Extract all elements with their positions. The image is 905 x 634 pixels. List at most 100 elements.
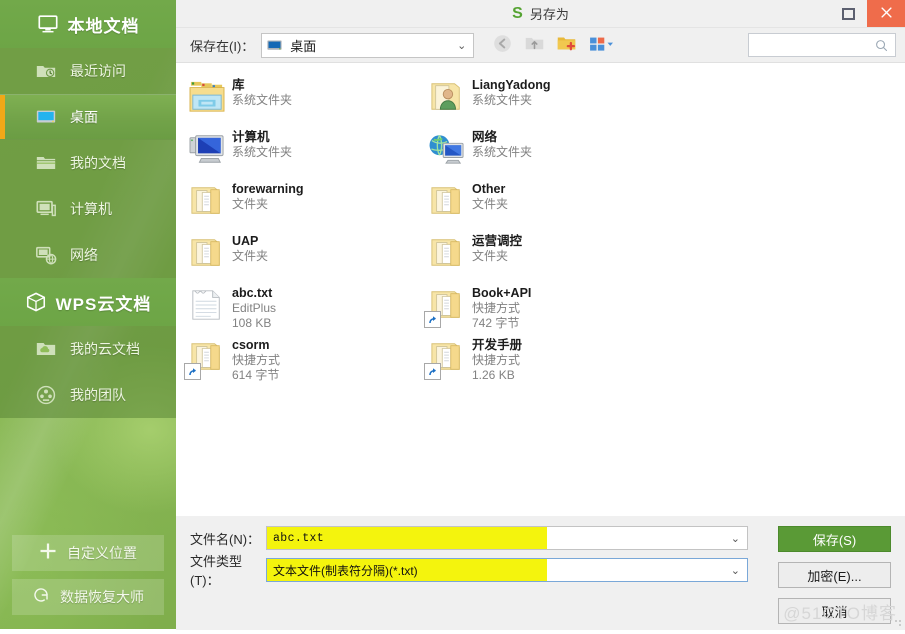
view-mode-icon: [588, 33, 616, 58]
sidebar-item-label: 计算机: [70, 201, 112, 217]
filename-value[interactable]: abc.txt: [267, 527, 547, 549]
file-size-text: 614 字节: [232, 368, 280, 383]
file-item[interactable]: 运营调控 文件夹: [422, 227, 662, 279]
file-name: forewarning: [232, 182, 304, 196]
encrypt-button[interactable]: 加密(E)...: [778, 562, 891, 588]
filename-combobox[interactable]: abc.txt ⌄: [266, 526, 748, 550]
file-text: 网络 系统文件夹: [470, 127, 532, 160]
dialog-main: S 另存为 保存在(I)： 桌面 ⌄ 库 系统文件夹 计算机 系统文件夹 for…: [176, 0, 905, 630]
sidebar-item-my-documents[interactable]: 我的文档: [0, 140, 176, 186]
file-icon-wrap: [424, 231, 470, 277]
view-mode-button[interactable]: [586, 33, 618, 58]
toolbar-icons: [490, 33, 618, 58]
file-text: forewarning 文件夹: [230, 179, 304, 212]
sidebar-local-header: 本地文档: [0, 0, 176, 48]
file-type-text: 系统文件夹: [472, 93, 533, 107]
file-item[interactable]: 计算机 系统文件夹: [182, 123, 422, 175]
sidebar-item-label: 我的云文档: [70, 341, 140, 357]
save-in-combobox[interactable]: 桌面 ⌄: [261, 32, 475, 58]
title-bar: S 另存为: [176, 0, 905, 28]
file-text: Book+API 快捷方式 742 字节: [470, 283, 531, 332]
file-item[interactable]: forewarning 文件夹: [182, 175, 422, 227]
sidebar-item-my-team[interactable]: 我的团队: [0, 372, 176, 418]
file-icon-wrap: [424, 75, 470, 121]
sidebar-item-recent[interactable]: 最近访问: [0, 48, 176, 94]
file-type-text: 系统文件夹: [232, 145, 293, 159]
file-text: abc.txt EditPlus 108 KB: [230, 283, 276, 332]
library-icon: [188, 80, 226, 117]
file-name: 计算机: [232, 130, 270, 144]
shortcut-arrow-icon: [424, 311, 441, 328]
recent-folder-icon: [35, 60, 57, 82]
sidebar-item-label: 我的团队: [70, 387, 126, 403]
chevron-down-icon[interactable]: ⌄: [731, 532, 740, 545]
text-file-icon: [188, 288, 226, 325]
file-type-text: 快捷方式: [472, 301, 521, 315]
file-item[interactable]: Book+API 快捷方式 742 字节: [422, 279, 662, 331]
network-icon: [428, 132, 466, 169]
data-recovery-button[interactable]: 数据恢复大师: [12, 579, 164, 615]
sidebar-cloud-header: WPS云文档: [0, 278, 176, 326]
search-box[interactable]: [748, 33, 896, 57]
back-button[interactable]: [490, 33, 515, 58]
filetype-combobox[interactable]: 文本文件(制表符分隔)(*.txt) ⌄: [266, 558, 748, 582]
chevron-down-icon[interactable]: ⌄: [731, 564, 740, 577]
maximize-button[interactable]: [829, 0, 867, 27]
file-size-text: 1.26 KB: [472, 368, 515, 383]
encrypt-button-label: 加密(E)...: [807, 568, 862, 584]
filetype-value[interactable]: 文本文件(制表符分隔)(*.txt): [267, 559, 547, 581]
sidebar-item-my-cloud-docs[interactable]: 我的云文档: [0, 326, 176, 372]
file-item[interactable]: UAP 文件夹: [182, 227, 422, 279]
recovery-g-icon: [32, 586, 50, 608]
cancel-button[interactable]: 取消: [778, 598, 891, 624]
file-type-text: 文件夹: [472, 197, 509, 211]
file-item[interactable]: 开发手册 快捷方式 1.26 KB: [422, 331, 662, 383]
file-name: 运营调控: [472, 234, 523, 248]
save-button[interactable]: 保存(S): [778, 526, 891, 552]
chevron-down-icon[interactable]: ⌄: [457, 39, 466, 52]
file-text: 计算机 系统文件夹: [230, 127, 292, 160]
file-column-2: LiangYadong 系统文件夹 网络 系统文件夹 Other 文件夹 运营调控 文件夹 Bo…: [422, 71, 662, 383]
desktop-icon: [35, 106, 57, 128]
file-list[interactable]: 库系统文件夹 计算机 系统文件夹 forewarning 文件夹 UAP 文件夹 abc.tx…: [176, 62, 905, 516]
search-input[interactable]: [749, 37, 874, 53]
custom-location-button[interactable]: 自定义位置: [12, 535, 164, 571]
dialog-title: 另存为: [529, 7, 569, 22]
save-button-label: 保存(S): [812, 532, 857, 548]
up-folder-icon: [524, 33, 545, 57]
file-item[interactable]: abc.txt EditPlus 108 KB: [182, 279, 422, 331]
sidebar-item-desktop[interactable]: 桌面: [0, 94, 176, 140]
file-name: abc.txt: [232, 286, 273, 300]
title-group: S 另存为: [512, 4, 569, 23]
toolbar: 保存在(I)： 桌面 ⌄: [176, 28, 905, 62]
file-name: 库: [232, 78, 245, 92]
file-text: 运营调控 文件夹: [470, 231, 522, 264]
new-folder-button[interactable]: [554, 33, 579, 58]
file-item[interactable]: LiangYadong 系统文件夹: [422, 71, 662, 123]
file-text: LiangYadong 系统文件夹: [470, 75, 550, 108]
file-type-text: 系统文件夹: [472, 145, 533, 159]
file-name: csorm: [232, 338, 270, 352]
file-item[interactable]: Other 文件夹: [422, 175, 662, 227]
file-item[interactable]: csorm 快捷方式 614 字节: [182, 331, 422, 383]
file-item[interactable]: 网络 系统文件夹: [422, 123, 662, 175]
resize-grip[interactable]: [895, 620, 903, 628]
close-icon: [879, 5, 894, 23]
file-icon-wrap: [184, 127, 230, 173]
sidebar-item-computer[interactable]: 计算机: [0, 186, 176, 232]
file-icon-wrap: [424, 335, 470, 381]
sidebar-item-label: 网络: [70, 247, 98, 263]
back-icon: [492, 33, 513, 57]
close-button[interactable]: [867, 0, 905, 27]
maximize-icon: [841, 7, 855, 20]
new-folder-icon: [556, 33, 577, 57]
save-in-label: 保存在(I)：: [190, 38, 255, 54]
file-item[interactable]: 库系统文件夹: [182, 71, 422, 123]
file-icon-wrap: [424, 179, 470, 225]
file-type-text: 文件夹: [472, 249, 509, 263]
file-text: 开发手册 快捷方式 1.26 KB: [470, 335, 522, 384]
sidebar-item-network[interactable]: 网络: [0, 232, 176, 278]
computer-icon: [35, 198, 57, 220]
up-folder-button[interactable]: [522, 33, 547, 58]
folder-icon: [35, 152, 57, 174]
